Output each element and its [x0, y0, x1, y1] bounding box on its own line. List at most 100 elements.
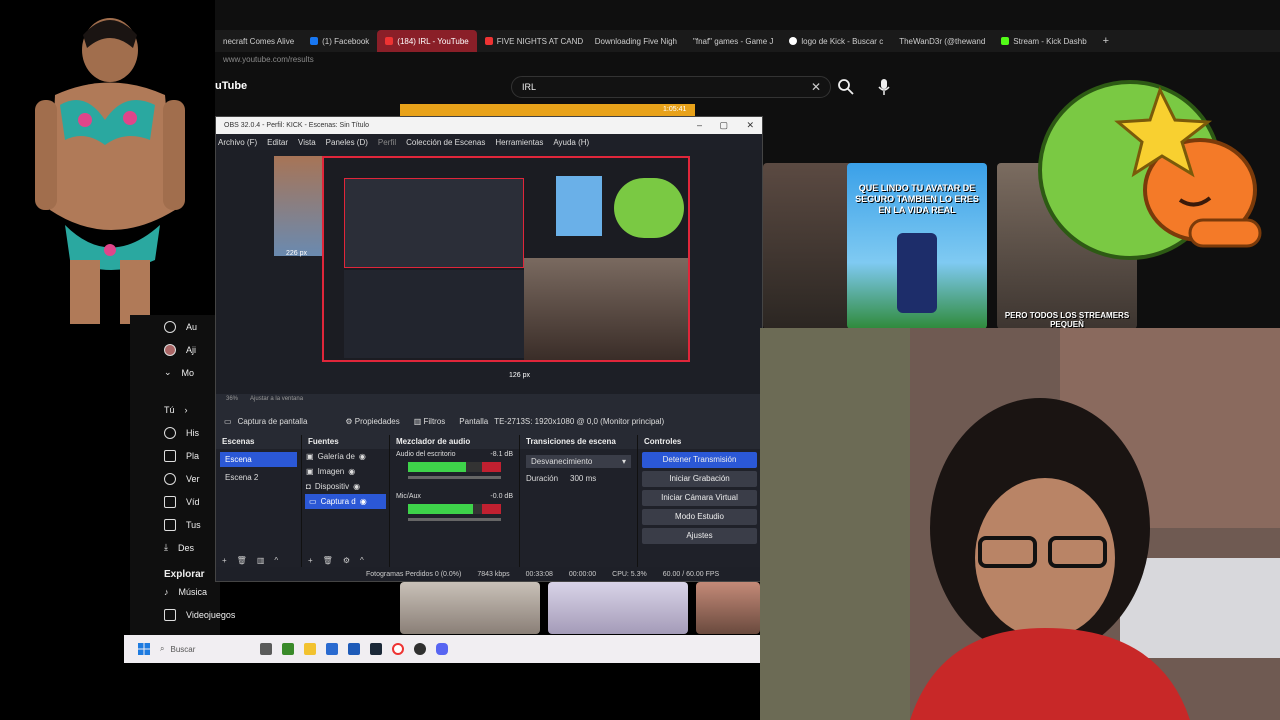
tab-kick-logo[interactable]: logo de Kick - Buscar c	[781, 30, 891, 52]
close-icon[interactable]: ✕	[746, 117, 754, 134]
tab-facebook[interactable]: (1) Facebook	[302, 30, 377, 52]
trash-icon[interactable]: 🗑	[237, 556, 247, 565]
eye-icon[interactable]: ◉	[348, 467, 355, 476]
tab-kick-dashboard[interactable]: Stream - Kick Dashb	[993, 30, 1094, 52]
task-view-icon[interactable]	[260, 643, 272, 655]
menu-edit[interactable]: Editar	[267, 138, 288, 147]
menu-scene-collection[interactable]: Colección de Escenas	[406, 138, 485, 147]
sidebar-item-subscription-1[interactable]: Au	[130, 315, 220, 338]
volume-slider[interactable]	[408, 476, 501, 479]
sidebar-item-more[interactable]: ⌄ Mo	[130, 361, 220, 384]
add-icon[interactable]: +	[222, 556, 227, 565]
address-bar[interactable]: www.youtube.com/results	[215, 52, 1280, 68]
menu-help[interactable]: Ayuda (H)	[553, 138, 589, 147]
menu-view[interactable]: Vista	[298, 138, 316, 147]
tab-thewand3r[interactable]: TheWanD3r (@thewand	[891, 30, 993, 52]
menu-file[interactable]: Archivo (F)	[218, 138, 257, 147]
filter-icon[interactable]: ▥	[257, 556, 265, 565]
duration-input[interactable]: 300 ms	[570, 474, 596, 483]
transitions-dock: Transiciones de escena Desvanecimiento ▾ …	[520, 435, 638, 567]
clear-icon[interactable]: ✕	[811, 80, 821, 94]
youtube-logo[interactable]: uTube	[215, 80, 247, 92]
tab-label: necraft Comes Alive	[223, 36, 295, 46]
eye-icon[interactable]: ◉	[360, 497, 367, 506]
zoom-level[interactable]: 36%	[226, 396, 238, 402]
tab-youtube-irl[interactable]: (184) IRL - YouTube	[377, 30, 477, 52]
edge-icon[interactable]	[348, 643, 360, 655]
tab-downloading[interactable]: Downloading Five Nigh	[587, 30, 685, 52]
preview-capture-selection[interactable]	[322, 156, 690, 362]
sidebar-item-downloads[interactable]: ⤓ Des	[130, 536, 220, 559]
search-input[interactable]: IRL	[511, 76, 831, 98]
google-icon	[789, 37, 798, 45]
menu-docks[interactable]: Paneles (D)	[326, 138, 368, 147]
mic-icon[interactable]	[877, 78, 891, 96]
sidebar-item-label: Aji	[186, 344, 197, 355]
store-icon[interactable]	[326, 643, 338, 655]
tab-fnaf-games[interactable]: "fnaf" games - Game J	[685, 30, 781, 52]
trash-icon[interactable]: 🗑	[323, 556, 333, 565]
windows-start-icon[interactable]	[138, 643, 150, 655]
sidebar-item-you[interactable]: Tú ›	[130, 398, 220, 421]
studio-mode-button[interactable]: Modo Estudio	[642, 509, 757, 525]
sidebar-item-subscription-2[interactable]: Aji	[130, 338, 220, 361]
properties-button[interactable]: ⚙ Propiedades	[345, 417, 399, 426]
menu-tools[interactable]: Herramientas	[495, 138, 543, 147]
sidebar-item-watch-later[interactable]: Ver	[130, 467, 220, 490]
sidebar-item-label: His	[186, 427, 199, 438]
minimize-icon[interactable]: –	[697, 117, 702, 134]
sidebar-item-your-videos[interactable]: Tus	[130, 513, 220, 536]
settings-button[interactable]: Ajustes	[642, 528, 757, 544]
scene-item[interactable]: Escena 2	[220, 470, 297, 485]
search-icon[interactable]	[837, 78, 855, 96]
start-recording-button[interactable]: Iniciar Grabación	[642, 471, 757, 487]
menu-profile[interactable]: Perfil	[378, 138, 396, 147]
discord-icon[interactable]	[436, 643, 448, 655]
sidebar-item-history[interactable]: His	[130, 421, 220, 444]
minecraft-icon[interactable]	[282, 643, 294, 655]
file-explorer-icon[interactable]	[304, 643, 316, 655]
opera-icon[interactable]	[392, 643, 404, 655]
transition-select[interactable]: Desvanecimiento ▾	[526, 455, 631, 468]
taskbar-search[interactable]: ⌕ Buscar	[160, 644, 250, 654]
display-select[interactable]: TE-2713S: 1920x1080 @ 0,0 (Monitor princ…	[494, 417, 664, 426]
sidebar-item-videogames[interactable]: Videojuegos	[130, 603, 235, 626]
up-icon[interactable]: ^	[360, 556, 364, 565]
volume-meter	[408, 462, 501, 472]
eye-icon[interactable]: ◉	[353, 482, 360, 491]
sidebar-item-playlists[interactable]: Pla	[130, 444, 220, 467]
dropped-frames: Fotogramas Perdidos 0 (0.0%)	[366, 570, 462, 578]
controls-dock: Controles Detener Transmisión Iniciar Gr…	[638, 435, 762, 567]
fit-to-window[interactable]: Ajustar a la ventana	[250, 396, 303, 402]
steam-icon[interactable]	[370, 643, 382, 655]
source-item[interactable]: ▣ Imagen ◉	[302, 464, 389, 479]
filters-button[interactable]: ▥ Filtros	[414, 417, 446, 426]
start-virtual-camera-button[interactable]: Iniciar Cámara Virtual	[642, 490, 757, 506]
tab-fnaf[interactable]: FIVE NIGHTS AT CAND	[477, 30, 587, 52]
obs-icon[interactable]	[414, 643, 426, 655]
gear-icon[interactable]: ⚙	[343, 556, 350, 565]
stop-stream-button[interactable]: Detener Transmisión	[642, 452, 757, 468]
maximize-icon[interactable]: ▢	[719, 117, 728, 134]
source-item[interactable]: ◘ Dispositiv ◉	[302, 479, 389, 494]
volume-slider[interactable]	[408, 518, 501, 521]
sidebar-item-music[interactable]: ♪ Música	[130, 580, 220, 603]
obs-preview[interactable]: 226 px 126 px	[216, 150, 762, 394]
tab-minecraft[interactable]: necraft Comes Alive	[215, 30, 302, 52]
scene-item[interactable]: Escena	[220, 452, 297, 467]
eye-icon[interactable]: ◉	[359, 452, 366, 461]
meter-fill	[408, 462, 466, 472]
video-thumbnail[interactable]	[763, 163, 853, 329]
video-thumbnail[interactable]	[400, 582, 540, 634]
video-thumbnail[interactable]: QUE LINDO TU AVATAR DE SEGURO TAMBIEN LO…	[847, 163, 987, 329]
webcam-image	[760, 328, 1280, 720]
taskbar-search-label: Buscar	[170, 644, 196, 654]
add-icon[interactable]: +	[308, 556, 313, 565]
video-thumbnail[interactable]	[548, 582, 688, 634]
video-thumbnail[interactable]	[696, 582, 760, 634]
new-tab-button[interactable]: +	[1095, 30, 1117, 52]
source-item[interactable]: ▣ Galería de ◉	[302, 449, 389, 464]
source-item[interactable]: ▭ Captura d ◉	[305, 494, 386, 509]
up-icon[interactable]: ^	[274, 556, 278, 565]
sidebar-item-liked[interactable]: Víd	[130, 490, 220, 513]
